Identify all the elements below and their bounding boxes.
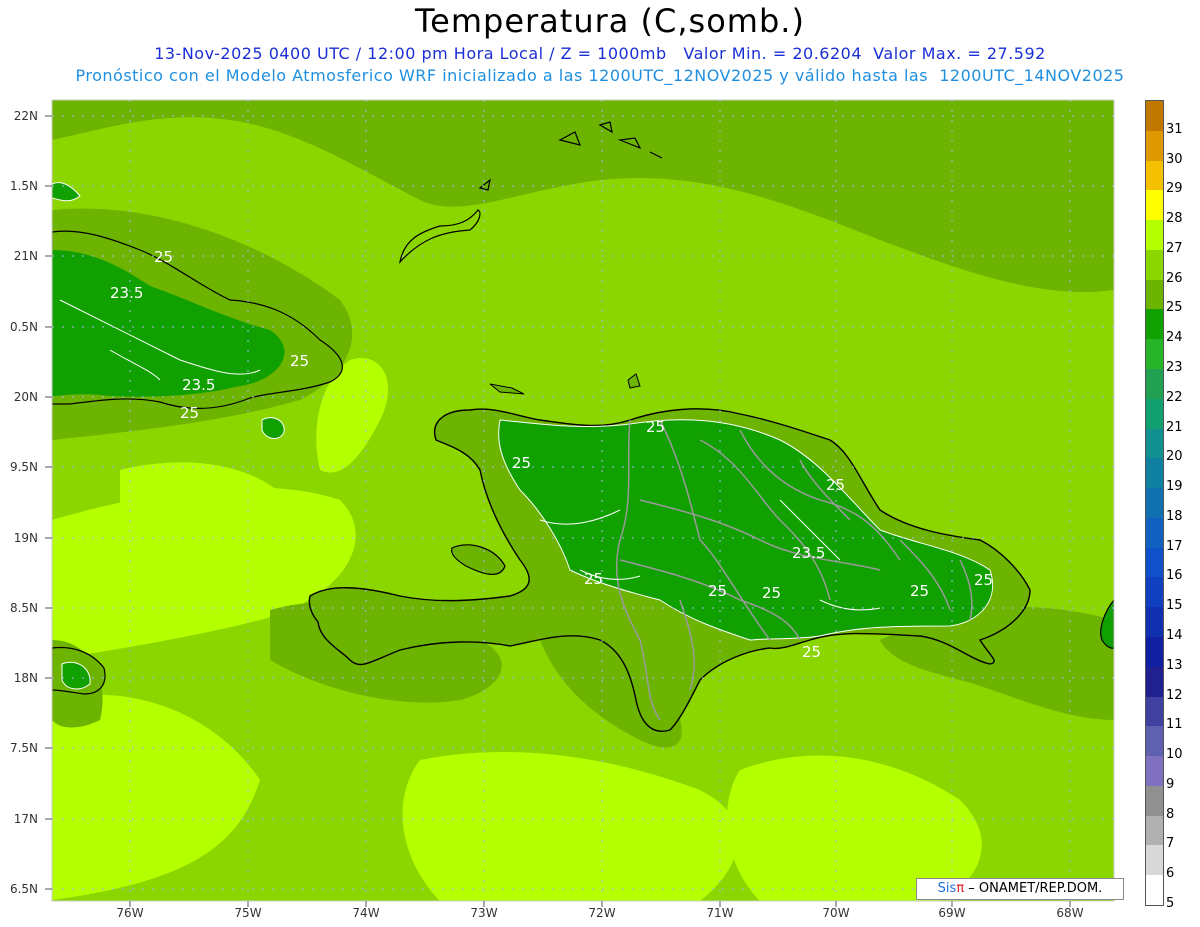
credit-pi: π [956,881,965,896]
colorbar-segment [1146,101,1163,132]
colorbar-label: 8 [1166,806,1175,822]
colorbar-label: 12 [1166,687,1183,703]
lon-label: 72W [588,906,616,920]
colorbar-label: 22 [1166,389,1183,405]
colorbar-label: 5 [1166,896,1175,911]
credit-box: Sisπ – ONAMET/REP.DOM. [916,878,1124,900]
colorbar-segment [1146,398,1163,430]
colorbar-label: 23 [1166,360,1183,375]
contour-label: 25 [910,582,929,600]
colorbar-label: 7 [1166,836,1175,852]
lon-label: 75W [234,906,262,920]
colorbar-segment [1146,309,1163,340]
lat-label: 0.5N [9,320,38,334]
colorbar-segment [1146,249,1163,281]
colorbar-segment [1146,756,1163,787]
colorbar [1145,100,1164,906]
colorbar-segment [1146,607,1163,638]
colorbar-label: 27 [1166,240,1183,256]
colorbar-label: 17 [1166,538,1183,554]
contour-label: 25 [826,476,845,494]
colorbar-label: 11 [1166,717,1183,733]
colorbar-segment [1146,815,1163,846]
contour-label: 25 [290,352,309,370]
lat-label: 18N [13,671,38,685]
lon-label: 73W [470,906,498,920]
contour-label: 25 [762,584,781,602]
lat-label: 17N [13,812,38,826]
credit-org: – ONAMET/REP.DOM. [968,881,1103,896]
colorbar-label: 14 [1166,628,1183,643]
contour-label: 23.5 [110,284,143,302]
colorbar-label: 15 [1166,598,1183,614]
colorbar-segment [1146,577,1163,608]
colorbar-label: 20 [1166,449,1183,465]
colorbar-label: 13 [1166,657,1183,673]
colorbar-segment [1146,428,1163,459]
lon-label: 76W [116,906,144,920]
colorbar-segment [1146,785,1163,817]
lat-label: 1.5N [9,179,38,193]
colorbar-segment [1146,637,1163,668]
colorbar-segment [1146,696,1163,727]
colorbar-label: 18 [1166,508,1183,524]
lat-label: 6.5N [9,882,38,896]
colorbar-label: 10 [1166,747,1183,763]
lat-label: 7.5N [9,741,38,755]
contour-label: 25 [646,418,665,436]
lat-label: 8.5N [9,601,38,615]
colorbar-segment [1146,369,1163,400]
contour-label: 25 [180,404,199,422]
colorbar-segment [1146,488,1163,519]
colorbar-label: 24 [1166,330,1183,346]
credit-sis: Sis [937,881,957,896]
contour-label: 25 [974,571,993,589]
lat-label: 9.5N [9,460,38,474]
colorbar-label: 21 [1166,419,1183,435]
contour-label: 23.5 [182,376,215,394]
colorbar-segment [1146,547,1163,578]
contour-label: 25 [512,454,531,472]
colorbar-segment [1146,726,1163,757]
colorbar-label: 30 [1166,151,1183,167]
colorbar-label: 6 [1166,866,1175,882]
colorbar-label: 28 [1166,211,1183,227]
colorbar-segment [1146,458,1163,489]
lat-label: 19N [13,531,38,545]
colorbar-segment [1146,339,1163,370]
lat-label: 20N [13,390,38,404]
lon-label: 74W [352,906,380,920]
colorbar-segment [1146,130,1163,162]
contour-label: 25 [802,643,821,661]
lat-label: 21N [13,249,38,263]
colorbar-segment [1146,845,1163,876]
lon-label: 71W [706,906,734,920]
contour-label: 25 [154,248,173,266]
colorbar-segment [1146,279,1163,310]
colorbar-label: 25 [1166,300,1183,316]
contour-label: 25 [584,570,603,588]
colorbar-segment [1146,190,1163,221]
colorbar-label: 9 [1166,776,1175,792]
colorbar-segment [1146,517,1163,549]
lon-label: 70W [822,906,850,920]
colorbar-segment [1146,160,1163,191]
colorbar-label: 29 [1166,181,1183,197]
lon-label: 69W [938,906,966,920]
colorbar-label: 19 [1166,479,1183,495]
contour-label: 25 [708,582,727,600]
colorbar-label: 31 [1166,121,1183,137]
colorbar-segment [1146,875,1163,906]
colorbar-segment [1146,666,1163,698]
lon-label: 68W [1056,906,1084,920]
colorbar-label: 16 [1166,568,1183,584]
colorbar-segment [1146,220,1163,251]
colorbar-label: 26 [1166,270,1183,286]
temperature-map[interactable]: 25 23.5 25 23.5 25 25 25 25 25 23.5 25 2… [0,0,1200,927]
contour-label: 23.5 [792,544,825,562]
lat-label: 22N [13,109,38,123]
